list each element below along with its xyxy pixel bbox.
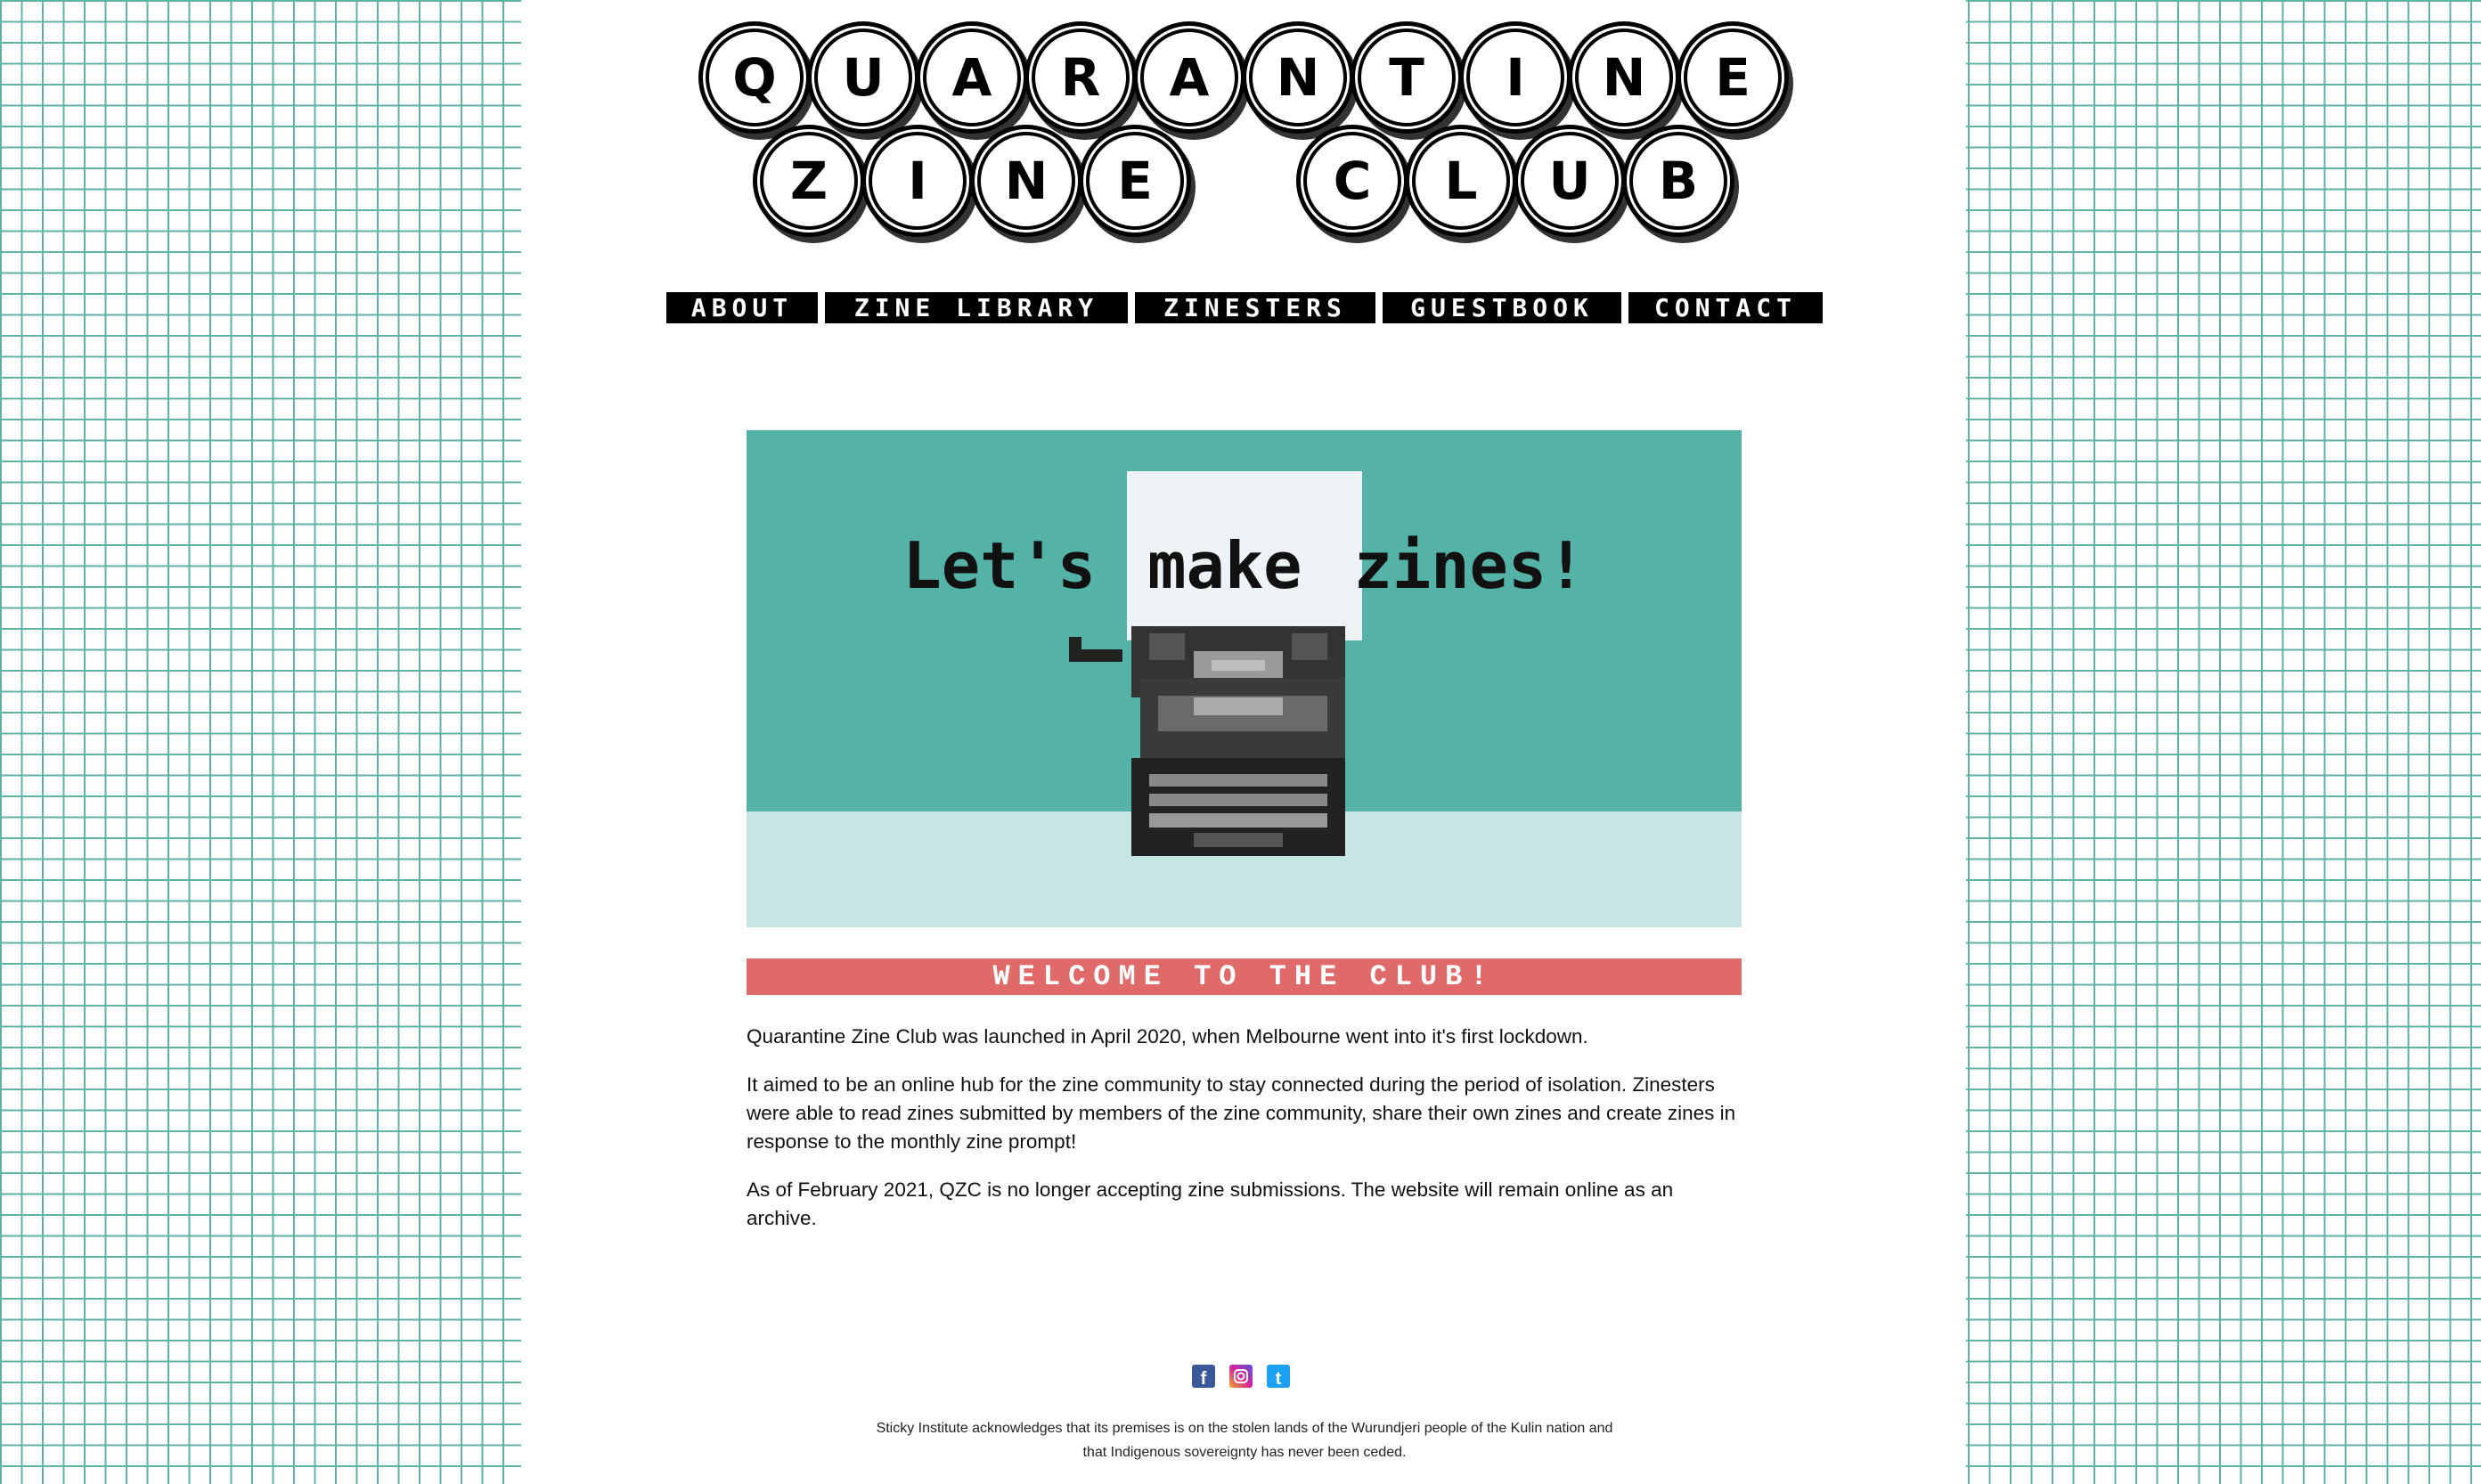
- logo-key: E: [1086, 132, 1184, 230]
- logo-key: E: [1684, 29, 1782, 126]
- logo-key: A: [1140, 29, 1238, 126]
- facebook-icon[interactable]: f: [1192, 1365, 1215, 1388]
- logo-key: N: [977, 132, 1075, 230]
- about-paragraph: Quarantine Zine Club was launched in Apr…: [747, 1025, 1588, 1048]
- main-panel: Q U A R A N T I N E Z I N E C L U B ABOU…: [521, 0, 1966, 1484]
- logo-key: N: [1249, 29, 1347, 126]
- tagline-word: Let's: [902, 528, 1097, 603]
- logo-key: A: [923, 29, 1021, 126]
- nav-zinesters[interactable]: ZINESTERS: [1135, 292, 1375, 323]
- logo-key: B: [1629, 132, 1727, 230]
- logo-key: U: [814, 29, 912, 126]
- nav-zine-library[interactable]: ZINE LIBRARY: [825, 292, 1128, 323]
- logo-key: C: [1303, 132, 1401, 230]
- instagram-glyph: [1234, 1369, 1248, 1383]
- logo-key: Z: [760, 132, 858, 230]
- welcome-banner: WELCOME TO THE CLUB!: [747, 958, 1742, 995]
- logo-key: R: [1032, 29, 1130, 126]
- logo-row-zine-club: Z I N E C L U B: [521, 132, 1966, 230]
- acknowledgement: Sticky Institute acknowledges that its p…: [876, 1421, 1613, 1460]
- nav-contact[interactable]: CONTACT: [1628, 292, 1823, 323]
- instagram-icon[interactable]: [1229, 1365, 1253, 1388]
- logo-key: N: [1575, 29, 1673, 126]
- social-links: f t: [1192, 1365, 1290, 1388]
- tagline-word: make: [1147, 528, 1302, 603]
- nav-about[interactable]: ABOUT: [666, 292, 818, 323]
- logo-key: Q: [706, 29, 804, 126]
- about-paragraph: As of February 2021, QZC is no longer ac…: [747, 1178, 1674, 1229]
- nav-guestbook[interactable]: GUESTBOOK: [1383, 292, 1621, 323]
- site-logo[interactable]: Q U A R A N T I N E Z I N E C L U B: [521, 29, 1966, 230]
- tagline-word: zines!: [1353, 528, 1586, 603]
- typewriter-icon: [1069, 626, 1345, 856]
- logo-key: U: [1521, 132, 1619, 230]
- hero-image: Let's make zines!: [747, 430, 1742, 927]
- about-paragraph: It aimed to be an online hub for the zin…: [747, 1073, 1736, 1153]
- main-nav: ABOUT ZINE LIBRARY ZINESTERS GUESTBOOK C…: [666, 292, 1823, 323]
- logo-key: I: [1466, 29, 1564, 126]
- about-text: Quarantine Zine Club was launched in Apr…: [747, 1023, 1742, 1252]
- logo-key: T: [1358, 29, 1456, 126]
- logo-row-quarantine: Q U A R A N T I N E: [521, 29, 1966, 126]
- hero-tagline: Let's make zines!: [747, 528, 1742, 603]
- logo-key: I: [869, 132, 967, 230]
- twitter-icon[interactable]: t: [1267, 1365, 1290, 1388]
- logo-key: L: [1412, 132, 1510, 230]
